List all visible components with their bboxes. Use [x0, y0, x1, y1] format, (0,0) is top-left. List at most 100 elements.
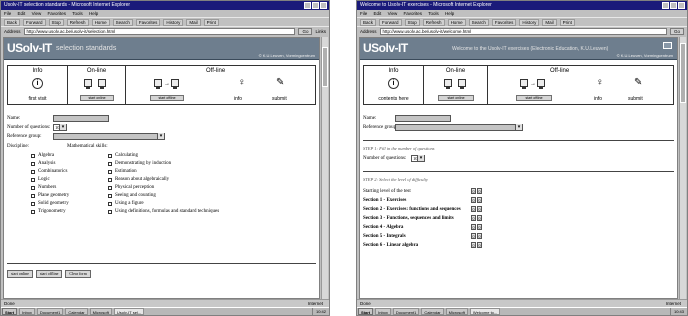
level-value[interactable]: 0: [471, 242, 476, 248]
back-button[interactable]: Back: [360, 18, 377, 26]
skill-item[interactable]: Reason about algebraically: [108, 177, 169, 182]
checkbox[interactable]: [108, 169, 112, 174]
start-offline-button[interactable]: start offline: [150, 95, 184, 101]
start-button[interactable]: Start: [358, 308, 374, 315]
nav-submit-link[interactable]: submit: [628, 96, 673, 102]
taskbar-item[interactable]: Calendar: [65, 308, 88, 315]
go-button[interactable]: Go: [669, 27, 684, 35]
search-button[interactable]: Search: [468, 18, 489, 26]
scrollbar-thumb[interactable]: [680, 43, 686, 103]
discipline-item[interactable]: Logic: [31, 177, 50, 182]
skill-item[interactable]: Seeing and counting: [108, 193, 156, 198]
reference-group-select[interactable]: [53, 133, 165, 140]
menu-tools[interactable]: Tools: [428, 11, 439, 16]
discipline-item[interactable]: Trigonometry: [31, 209, 66, 214]
refresh-button[interactable]: Refresh: [422, 18, 445, 26]
start-online-button[interactable]: start online: [438, 95, 474, 101]
menu-file[interactable]: File: [360, 11, 367, 16]
level-value[interactable]: 0: [477, 242, 482, 248]
questions-select[interactable]: 10: [411, 155, 425, 162]
start-online-button[interactable]: start online: [80, 95, 114, 101]
skill-item[interactable]: Calculating: [108, 153, 138, 158]
close-icon[interactable]: [678, 2, 685, 9]
taskbar-item[interactable]: Document1: [36, 308, 64, 315]
level-stepper[interactable]: 00: [471, 224, 482, 230]
discipline-item[interactable]: Analysis: [31, 161, 56, 166]
checkbox[interactable]: [31, 169, 35, 174]
menu-edit[interactable]: Edit: [374, 11, 382, 16]
discipline-item[interactable]: Plane geometry: [31, 193, 69, 198]
stop-button[interactable]: Stop: [404, 18, 420, 26]
back-button[interactable]: Back: [4, 18, 21, 26]
checkbox[interactable]: [108, 161, 112, 166]
taskbar-item[interactable]: Document1: [392, 308, 420, 315]
scrollbar-thumb[interactable]: [322, 47, 328, 87]
clear-form-button[interactable]: Clear form: [65, 270, 91, 278]
level-stepper[interactable]: 00: [471, 206, 482, 212]
skill-item[interactable]: Using definitions, formulas and standard…: [108, 209, 219, 214]
menu-help[interactable]: Help: [445, 11, 454, 16]
history-button[interactable]: History: [163, 18, 184, 26]
checkbox[interactable]: [108, 201, 112, 206]
checkbox[interactable]: [31, 177, 35, 182]
level-value[interactable]: 0: [477, 233, 482, 239]
level-value[interactable]: 0: [471, 224, 476, 230]
history-button[interactable]: History: [519, 18, 540, 26]
checkbox[interactable]: [108, 185, 112, 190]
level-value[interactable]: 0: [471, 188, 476, 194]
discipline-item[interactable]: Algebra: [31, 153, 54, 158]
level-value[interactable]: 0: [471, 206, 476, 212]
level-stepper[interactable]: 00: [471, 188, 482, 194]
nav-contents-link[interactable]: contents here: [364, 96, 423, 102]
taskbar-item[interactable]: Inbox: [19, 308, 35, 315]
menu-favorites[interactable]: Favorites: [404, 11, 423, 16]
taskbar-item-active[interactable]: Usolv-IT sel...: [113, 308, 145, 315]
favorites-button[interactable]: Favorites: [135, 18, 161, 26]
menu-view[interactable]: View: [388, 11, 398, 16]
forward-button[interactable]: Forward: [23, 18, 46, 26]
info-icon[interactable]: i: [32, 78, 43, 89]
info-person-icon[interactable]: ♀: [238, 77, 246, 88]
level-value[interactable]: 0: [471, 215, 476, 221]
start-online-form-button[interactable]: start online: [7, 270, 33, 278]
menu-tools[interactable]: Tools: [72, 11, 83, 16]
links-label[interactable]: Links: [315, 29, 326, 34]
info-person-icon[interactable]: ♀: [596, 77, 604, 88]
level-value[interactable]: 0: [471, 197, 476, 203]
close-icon[interactable]: [320, 2, 327, 9]
skill-item[interactable]: Estimation: [108, 169, 137, 174]
taskbar-item[interactable]: Microsoft: [89, 308, 112, 315]
name-field[interactable]: [53, 115, 109, 122]
level-stepper[interactable]: 00: [471, 242, 482, 248]
mail-button[interactable]: Mail: [542, 18, 557, 26]
level-value[interactable]: 0: [477, 224, 482, 230]
level-stepper[interactable]: 00: [471, 197, 482, 203]
discipline-item[interactable]: Combinatorics: [31, 169, 67, 174]
vertical-scrollbar[interactable]: [321, 37, 328, 299]
questions-select[interactable]: 10: [53, 124, 67, 131]
skill-item[interactable]: Using a figure: [108, 201, 144, 206]
nav-first-visit-link[interactable]: first visit: [8, 96, 67, 102]
submit-icon[interactable]: ✎: [276, 77, 284, 88]
level-value[interactable]: 0: [477, 215, 482, 221]
checkbox[interactable]: [108, 153, 112, 158]
refresh-button[interactable]: Refresh: [66, 18, 89, 26]
address-input[interactable]: http://www.usolv.ac.be/usolv-it/welcome.…: [379, 27, 667, 35]
skill-item[interactable]: Physical perception: [108, 185, 154, 190]
forward-button[interactable]: Forward: [379, 18, 402, 26]
go-button[interactable]: Go: [298, 27, 313, 35]
address-input[interactable]: http://www.usolv.ac.be/usolv-it/selectio…: [23, 27, 296, 35]
print-button[interactable]: Print: [559, 18, 575, 26]
discipline-item[interactable]: Solid geometry: [31, 201, 69, 206]
checkbox[interactable]: [108, 193, 112, 198]
checkbox[interactable]: [31, 193, 35, 198]
start-button[interactable]: Start: [2, 308, 18, 315]
checkbox[interactable]: [108, 209, 112, 214]
discipline-item[interactable]: Numbers: [31, 185, 56, 190]
skill-item[interactable]: Demonstrating by induction: [108, 161, 171, 166]
taskbar-item-active[interactable]: Welcome to...: [469, 308, 501, 315]
menu-file[interactable]: File: [4, 11, 11, 16]
level-value[interactable]: 0: [471, 233, 476, 239]
taskbar-item[interactable]: Inbox: [375, 308, 391, 315]
level-value[interactable]: 0: [477, 197, 482, 203]
